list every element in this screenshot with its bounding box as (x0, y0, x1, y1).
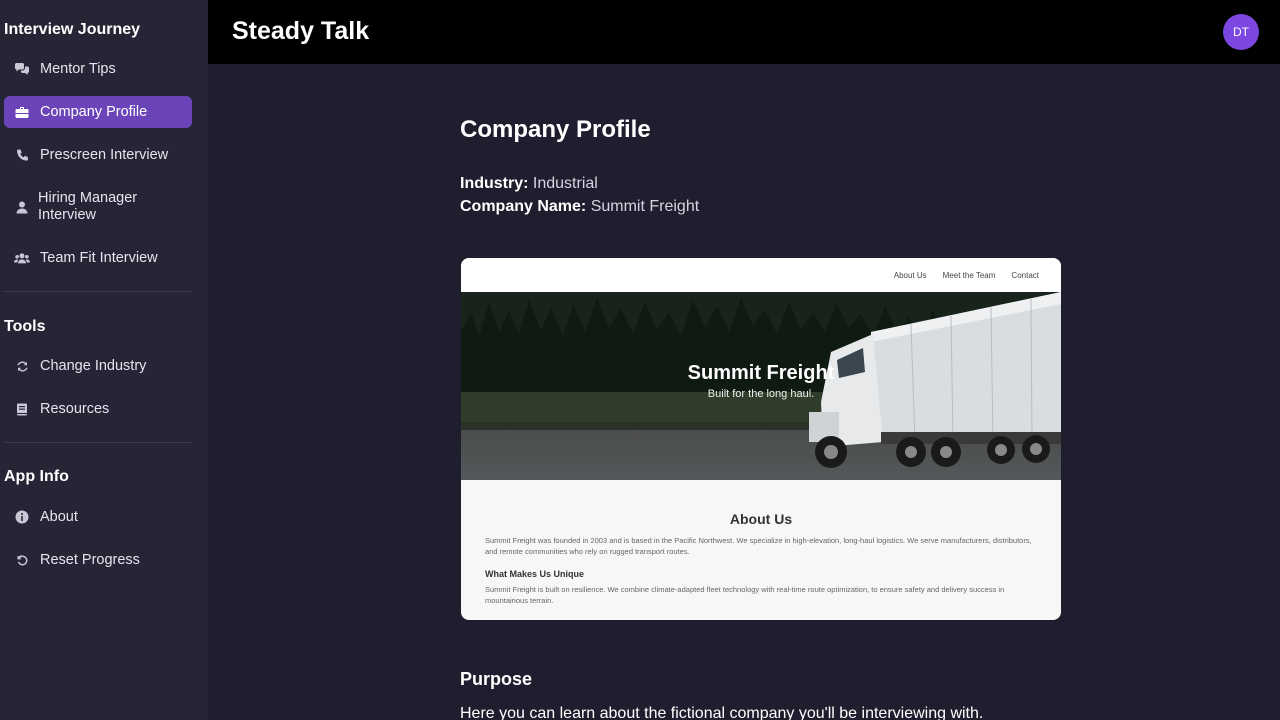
sidebar-item-mentor-tips[interactable]: Mentor Tips (4, 56, 192, 82)
sidebar-item-team-fit-interview[interactable]: Team Fit Interview (4, 245, 192, 271)
sidebar-item-label: About (40, 508, 78, 525)
sidebar-item-hiring-manager-interview[interactable]: Hiring Manager Interview (4, 190, 192, 224)
company-name-value: Summit Freight (590, 198, 700, 215)
app-brand: Steady Talk (232, 17, 370, 45)
truck-image (809, 292, 1061, 468)
sidebar-item-label: Change Industry (40, 357, 147, 374)
preview-nav-team[interactable]: Meet the Team (943, 271, 996, 280)
comments-icon (14, 61, 30, 77)
sidebar-item-prescreen-interview[interactable]: Prescreen Interview (4, 142, 192, 168)
sidebar-divider (4, 291, 192, 292)
sidebar-item-label: Mentor Tips (40, 60, 116, 77)
sidebar-item-company-profile[interactable]: Company Profile (4, 96, 192, 128)
preview-unique-title: What Makes Us Unique (485, 569, 585, 579)
interview-journey-heading: Interview Journey (4, 21, 141, 38)
tools-heading: Tools (4, 318, 46, 335)
info-icon (14, 509, 30, 525)
avatar[interactable]: DT (1223, 14, 1259, 50)
company-website-preview: About Us Meet the Team Contact Summit Fr… (461, 258, 1061, 620)
sidebar-item-reset-progress[interactable]: Reset Progress (4, 547, 192, 573)
preview-hero-title: Summit Freight (687, 362, 835, 384)
top-bar: Steady Talk DT (208, 0, 1280, 64)
phone-icon (14, 147, 30, 163)
sidebar: Interview Journey Mentor Tips Company Pr… (0, 0, 208, 720)
purpose-heading: Purpose (460, 669, 533, 689)
sidebar-item-label: Prescreen Interview (40, 146, 169, 163)
preview-hero: Summit Freight Built for the long haul. (461, 292, 1061, 480)
sidebar-item-label: Company Profile (40, 103, 148, 120)
preview-nav: About Us Meet the Team Contact (461, 258, 1061, 292)
user-icon (14, 199, 30, 215)
industry-line: Industry: Industrial (460, 175, 598, 193)
sidebar-divider (4, 442, 192, 443)
sidebar-item-about[interactable]: About (4, 504, 192, 530)
sidebar-item-label: Resources (40, 400, 110, 417)
company-name-line: Company Name: Summit Freight (460, 198, 699, 216)
preview-unique-text: Summit Freight is built on resilience. W… (485, 585, 1005, 605)
sidebar-item-label: Team Fit Interview (40, 249, 158, 266)
book-icon (14, 401, 30, 417)
company-name-label: Company Name: (460, 198, 587, 215)
industry-label: Industry: (460, 175, 529, 192)
preview-about-title: About Us (729, 511, 793, 527)
briefcase-icon (14, 104, 30, 120)
app-info-heading: App Info (4, 468, 69, 485)
preview-nav-contact[interactable]: Contact (1011, 271, 1039, 280)
sidebar-item-label: Hiring Manager Interview (38, 190, 138, 223)
industry-value: Industrial (532, 175, 598, 192)
preview-about-text: Summit Freight was founded in 2003 and i… (485, 536, 1032, 556)
sidebar-item-change-industry[interactable]: Change Industry (4, 353, 192, 379)
sidebar-item-resources[interactable]: Resources (4, 396, 192, 422)
preview-hero-subtitle: Built for the long haul. (707, 388, 815, 400)
preview-nav-about[interactable]: About Us (894, 271, 927, 280)
page-title: Company Profile (460, 116, 651, 143)
sidebar-item-label: Reset Progress (40, 551, 140, 568)
users-icon (14, 250, 30, 266)
reset-icon (14, 552, 30, 568)
purpose-text: Here you can learn about the fictional c… (460, 705, 984, 720)
sync-icon (14, 358, 30, 374)
